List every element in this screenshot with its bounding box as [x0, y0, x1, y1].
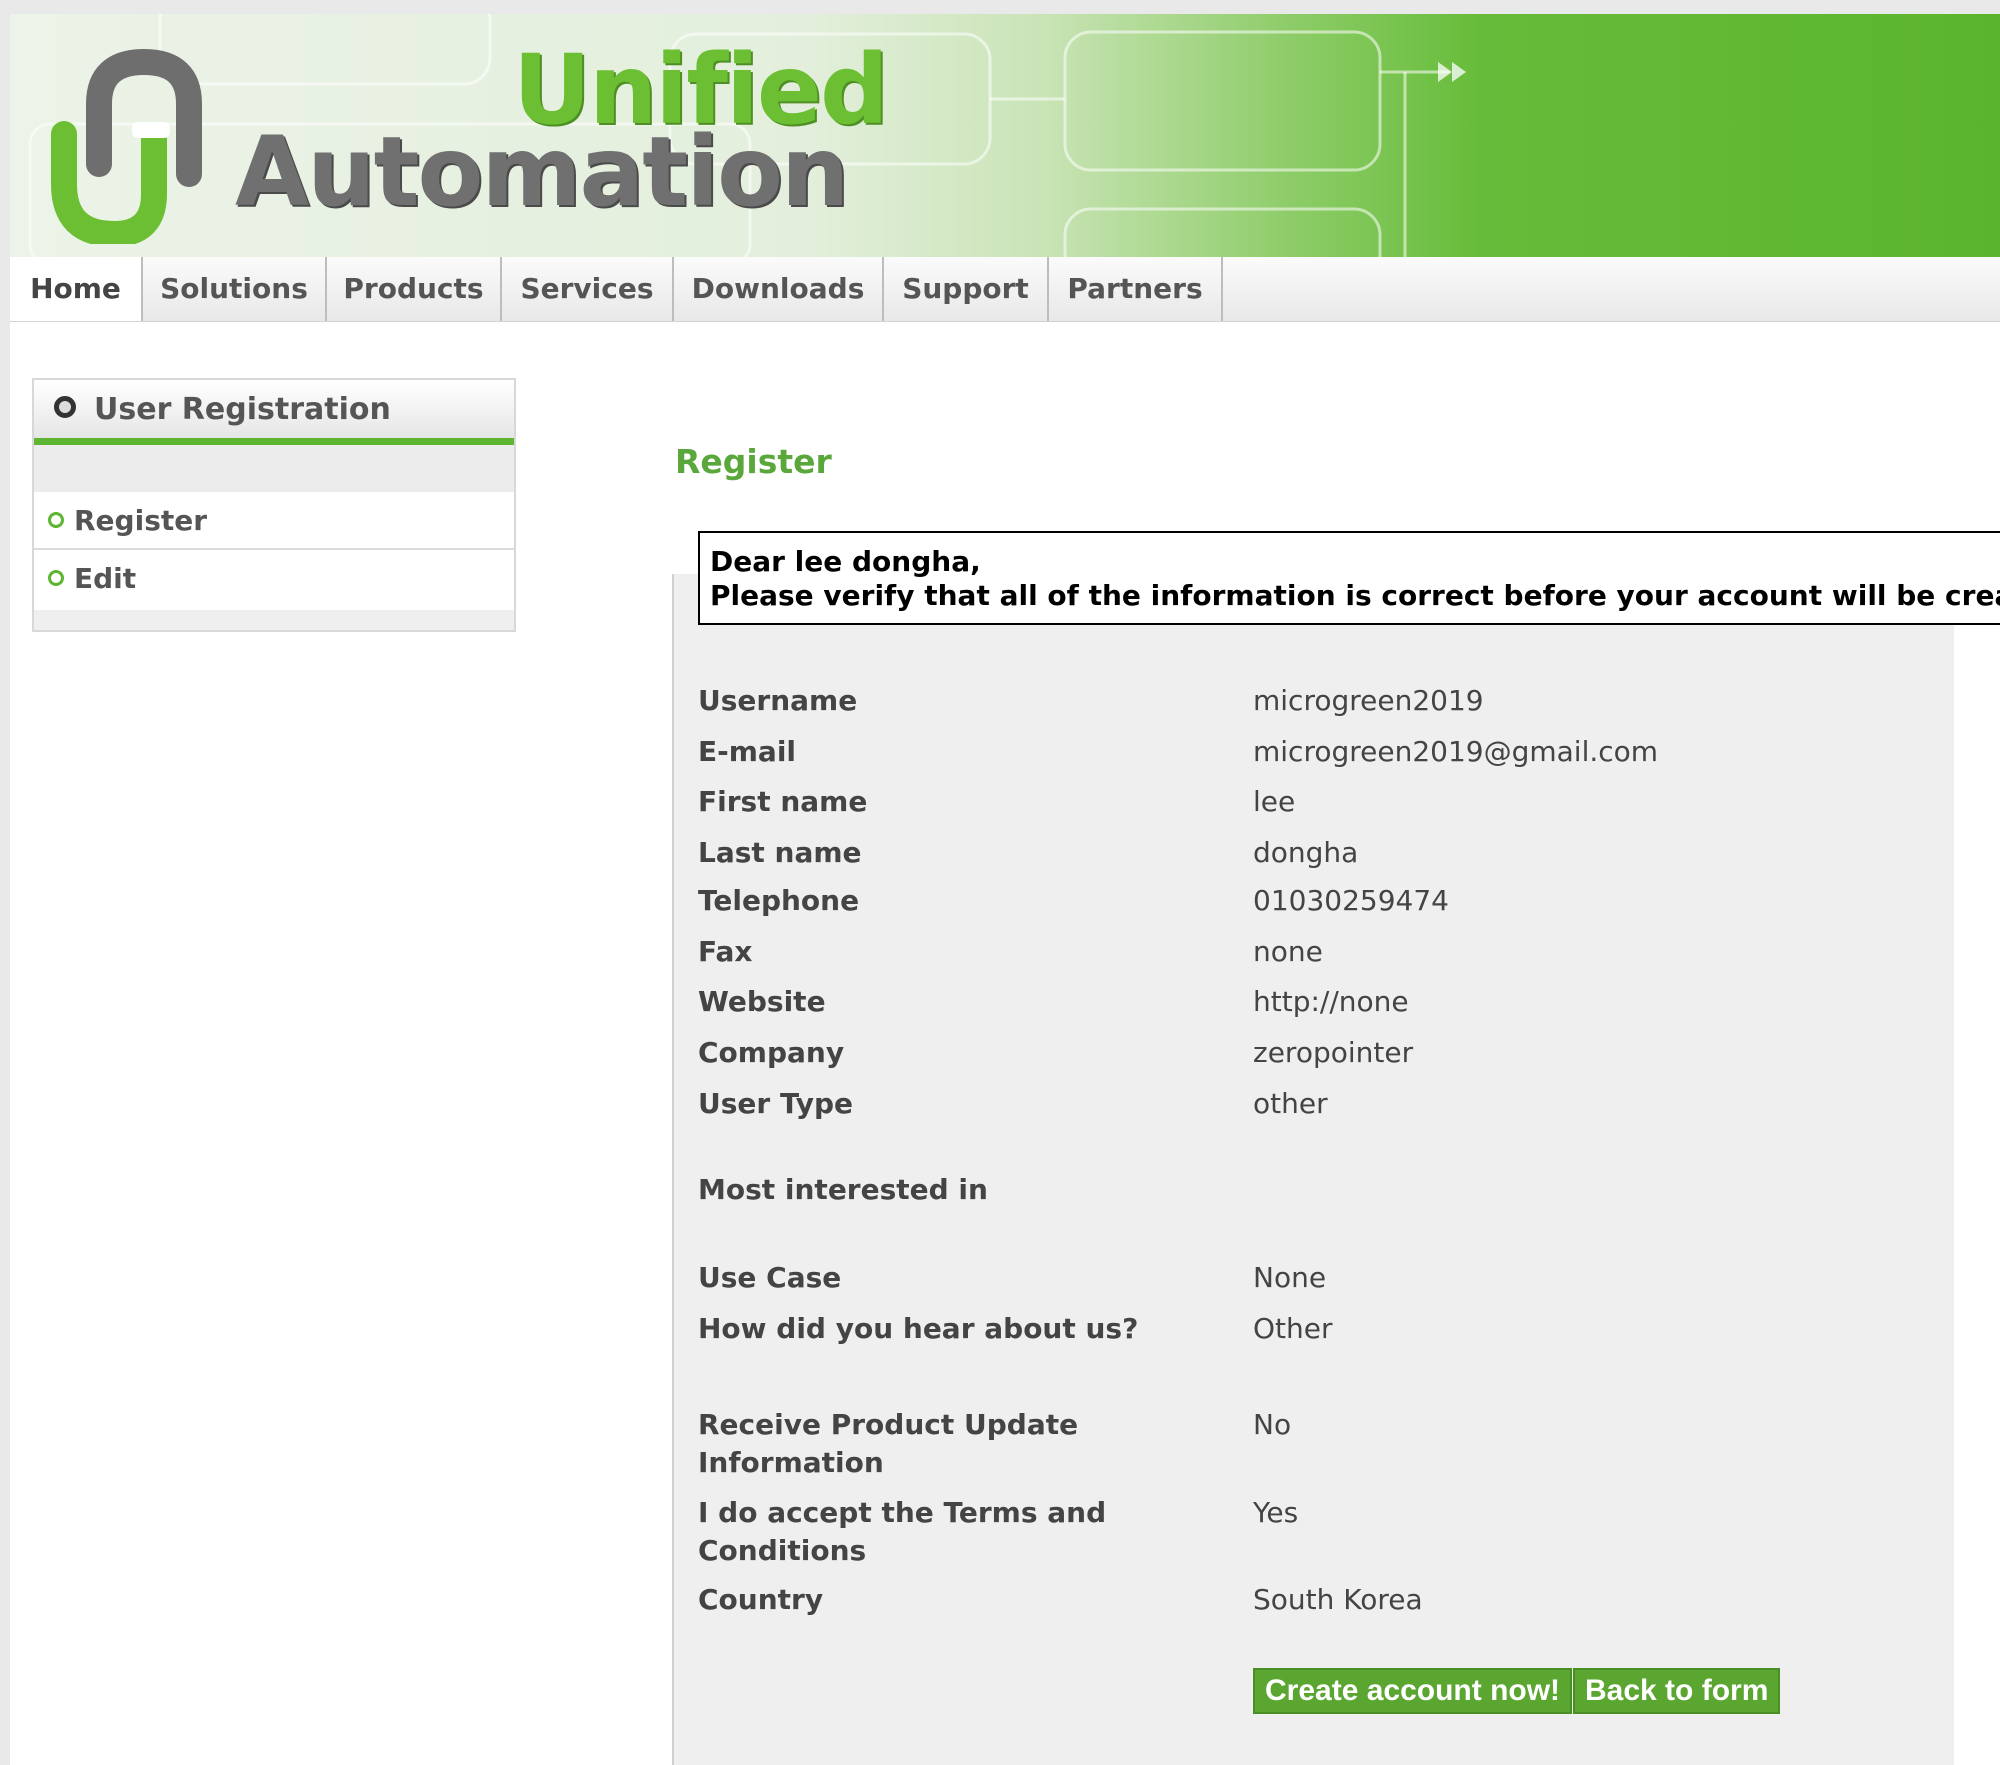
field-value: none: [1253, 935, 1323, 968]
field-label: Username: [698, 684, 858, 717]
sidebar-item-edit[interactable]: Edit: [34, 550, 514, 606]
field-label: Use Case: [698, 1261, 842, 1294]
field-label: Website: [698, 985, 826, 1018]
bullet-icon: [54, 396, 76, 418]
field-label: E-mail: [698, 735, 797, 768]
create-account-button[interactable]: Create account now!: [1253, 1668, 1573, 1714]
field-label: Telephone: [698, 884, 860, 917]
circle-bullet-icon: [48, 570, 64, 586]
sidebar-item-register[interactable]: Register: [34, 492, 514, 550]
nav-downloads[interactable]: Downloads: [674, 257, 884, 321]
field-label: Receive Product Update Information: [698, 1408, 1079, 1479]
circle-bullet-icon: [48, 512, 64, 528]
sidebar-footer: [34, 610, 514, 630]
sidebar-title: User Registration: [94, 392, 391, 427]
field-value: microgreen2019: [1253, 684, 1484, 717]
field-label: How did you hear about us?: [698, 1312, 1139, 1345]
field-value: lee: [1253, 785, 1296, 818]
page-title: Register: [675, 442, 832, 481]
field-label: Most interested in: [698, 1173, 988, 1206]
header-banner: Unified Automation: [10, 14, 2000, 257]
field-value: No: [1253, 1408, 1292, 1441]
back-to-form-button[interactable]: Back to form: [1573, 1668, 1781, 1714]
field-value: Yes: [1253, 1496, 1299, 1529]
field-label: I do accept the Terms and Conditions: [698, 1496, 1107, 1567]
sidebar-divider: [34, 438, 514, 445]
nav-support[interactable]: Support: [884, 257, 1049, 321]
field-label: Company: [698, 1036, 845, 1069]
sidebar: User Registration Register Edit: [32, 378, 516, 632]
brand-line2: Automation: [235, 116, 849, 228]
field-value: Other: [1253, 1312, 1333, 1345]
sidebar-item-label: Register: [74, 504, 208, 537]
field-value: South Korea: [1253, 1583, 1423, 1616]
field-value: None: [1253, 1261, 1327, 1294]
main-nav: Home Solutions Products Services Downloa…: [10, 257, 2000, 322]
page: Unified Automation Home Solutions Produc…: [10, 14, 2000, 1765]
sidebar-header: User Registration: [34, 380, 514, 438]
nav-solutions[interactable]: Solutions: [143, 257, 327, 321]
field-value: 01030259474: [1253, 884, 1449, 917]
field-label: First name: [698, 785, 868, 818]
field-value: http://none: [1253, 985, 1409, 1018]
nav-home[interactable]: Home: [10, 257, 143, 321]
field-label: Fax: [698, 935, 753, 968]
sidebar-spacer: [34, 445, 514, 492]
notice-greeting: Dear lee dongha,: [710, 545, 981, 578]
field-label: User Type: [698, 1087, 854, 1120]
notice-message: Please verify that all of the informatio…: [710, 579, 2000, 612]
verification-notice: Dear lee dongha, Please verify that all …: [698, 531, 2000, 625]
field-label: Last name: [698, 836, 862, 869]
field-value: dongha: [1253, 836, 1359, 869]
sidebar-item-label: Edit: [74, 562, 137, 595]
nav-partners[interactable]: Partners: [1049, 257, 1223, 321]
field-value: zeropointer: [1253, 1036, 1414, 1069]
nav-products[interactable]: Products: [327, 257, 502, 321]
field-value: other: [1253, 1087, 1328, 1120]
field-label: Country: [698, 1583, 824, 1616]
field-value: microgreen2019@gmail.com: [1253, 735, 1659, 768]
nav-services[interactable]: Services: [502, 257, 674, 321]
